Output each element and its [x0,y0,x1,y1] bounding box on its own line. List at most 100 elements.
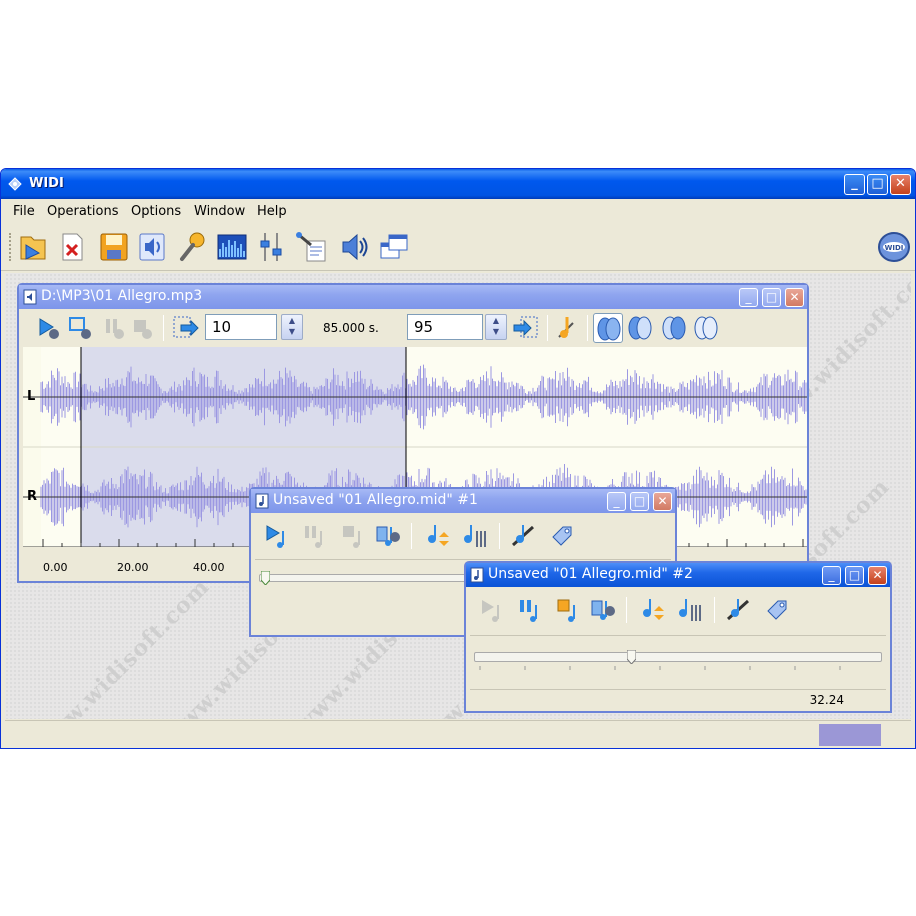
midi1-maximize-button[interactable]: □ [630,492,649,511]
midi1-minimize-button[interactable]: _ [607,492,626,511]
wave-window-title-bar[interactable]: D:\MP3\01 Allegro.mp3 _ □ ✕ [19,285,807,309]
set-start-icon[interactable] [171,313,201,343]
toolbar-separator [626,597,627,623]
midi2-toolbar [470,593,886,627]
midi2-slider-thumb[interactable] [627,650,636,664]
quantize-icon[interactable] [676,595,706,625]
widi-app-icon [8,177,22,191]
status-progress-pane [819,724,881,746]
loop-play-icon[interactable] [65,313,95,343]
midi-mix-play-icon[interactable] [373,521,403,551]
tag-icon[interactable] [547,521,577,551]
spectrum-icon[interactable] [215,229,249,265]
tag-icon[interactable] [762,595,792,625]
toolbar-separator [499,523,500,549]
midi1-close-button[interactable]: ✕ [653,492,672,511]
duration-label: 85.000 s. [323,321,379,335]
stereo-mode-icon[interactable] [593,313,623,343]
midi-file-icon [255,493,269,509]
toolbar-separator [163,315,164,341]
toolbar-grip[interactable] [9,233,12,261]
maximize-button[interactable]: □ [867,174,888,195]
menu-bar: File Operations Options Window Help [1,199,915,223]
midi-window-1-title: Unsaved "01 Allegro.mid" #1 [273,492,478,508]
toolbar-separator [547,315,548,341]
minimize-button[interactable]: _ [844,174,865,195]
midi2-status: 32.24 [470,689,886,711]
midi-window-1-title-bar[interactable]: Unsaved "01 Allegro.mid" #1 _ □ ✕ [251,489,675,513]
wave-minimize-button[interactable]: _ [739,288,758,307]
microphone-icon[interactable] [175,229,209,265]
menu-file[interactable]: File [13,204,35,219]
right-channel-label: R [27,489,38,504]
ruler-label: 40.00 [193,561,225,574]
status-bar [5,720,911,746]
midi-play-icon [476,595,506,625]
left-channel-label: L [27,389,36,404]
main-title-bar[interactable]: WIDI _ □ ✕ [1,169,915,199]
open-file-icon[interactable] [17,229,51,265]
midi-window-2: Unsaved "01 Allegro.mid" #2 _ □ ✕ 32.24 [464,561,892,713]
midi1-slider-thumb[interactable] [261,571,270,585]
position-time-readout: 32.24 [809,693,844,707]
midi2-position-panel [470,635,886,689]
wizard-icon[interactable] [295,229,329,265]
end-time-input[interactable]: 95 [407,314,483,340]
audio-settings-icon[interactable] [135,229,169,265]
note-tools-icon[interactable] [509,521,539,551]
set-end-icon[interactable] [511,313,541,343]
recognize-icon[interactable] [553,313,583,343]
widi-logo-icon[interactable]: WIDI [877,229,911,265]
quantize-icon[interactable] [461,521,491,551]
midi-pause-icon [299,521,329,551]
midi-file-icon [470,567,484,583]
watermark-text: www.widisoft.com [30,573,215,719]
close-file-icon[interactable] [55,229,89,265]
midi-mix-play-icon[interactable] [588,595,618,625]
mdi-workspace: www.widisoft.com www.widisoft.com www.wi… [5,273,911,719]
midi-play-icon[interactable] [261,521,291,551]
windows-icon[interactable] [377,229,411,265]
menu-help[interactable]: Help [257,204,287,219]
menu-options[interactable]: Options [131,204,181,219]
midi-window-2-title: Unsaved "01 Allegro.mid" #2 [488,566,693,582]
midi2-close-button[interactable]: ✕ [868,566,887,585]
wave-close-button[interactable]: ✕ [785,288,804,307]
left-channel-icon[interactable] [625,313,655,343]
menu-operations[interactable]: Operations [47,204,118,219]
stop-icon [127,313,157,343]
end-time-spinner[interactable]: ▲ ▼ [485,314,507,340]
toolbar-separator [411,523,412,549]
wave-toolbar: 10 ▲ ▼ 85.000 s. 95 ▲ ▼ [23,311,803,345]
midi-stop-icon [337,521,367,551]
audio-file-icon [23,289,37,305]
mono-mix-icon[interactable] [691,313,721,343]
toolbar-separator [587,315,588,341]
midi-stop-icon[interactable] [552,595,582,625]
note-tools-icon[interactable] [724,595,754,625]
main-window: WIDI _ □ ✕ File Operations Options Windo… [0,168,916,749]
midi2-minimize-button[interactable]: _ [822,566,841,585]
menu-window[interactable]: Window [194,204,245,219]
right-channel-icon[interactable] [659,313,689,343]
close-button[interactable]: ✕ [890,174,911,195]
ruler-label: 20.00 [117,561,149,574]
midi2-slider-ticks [479,666,841,670]
play-icon[interactable] [33,313,63,343]
ruler-label: 0.00 [43,561,68,574]
midi-window-2-title-bar[interactable]: Unsaved "01 Allegro.mid" #2 _ □ ✕ [466,563,890,587]
main-window-title: WIDI [29,176,64,191]
start-time-spinner[interactable]: ▲ ▼ [281,314,303,340]
wave-maximize-button[interactable]: □ [762,288,781,307]
midi2-position-slider[interactable] [474,652,882,662]
save-icon[interactable] [97,229,131,265]
wave-window-title: D:\MP3\01 Allegro.mp3 [41,288,203,304]
pause-icon [99,313,129,343]
speaker-icon[interactable] [337,229,371,265]
transpose-icon[interactable] [638,595,668,625]
start-time-input[interactable]: 10 [205,314,277,340]
midi-pause-icon[interactable] [514,595,544,625]
transpose-icon[interactable] [423,521,453,551]
midi2-maximize-button[interactable]: □ [845,566,864,585]
mixer-icon[interactable] [255,229,289,265]
